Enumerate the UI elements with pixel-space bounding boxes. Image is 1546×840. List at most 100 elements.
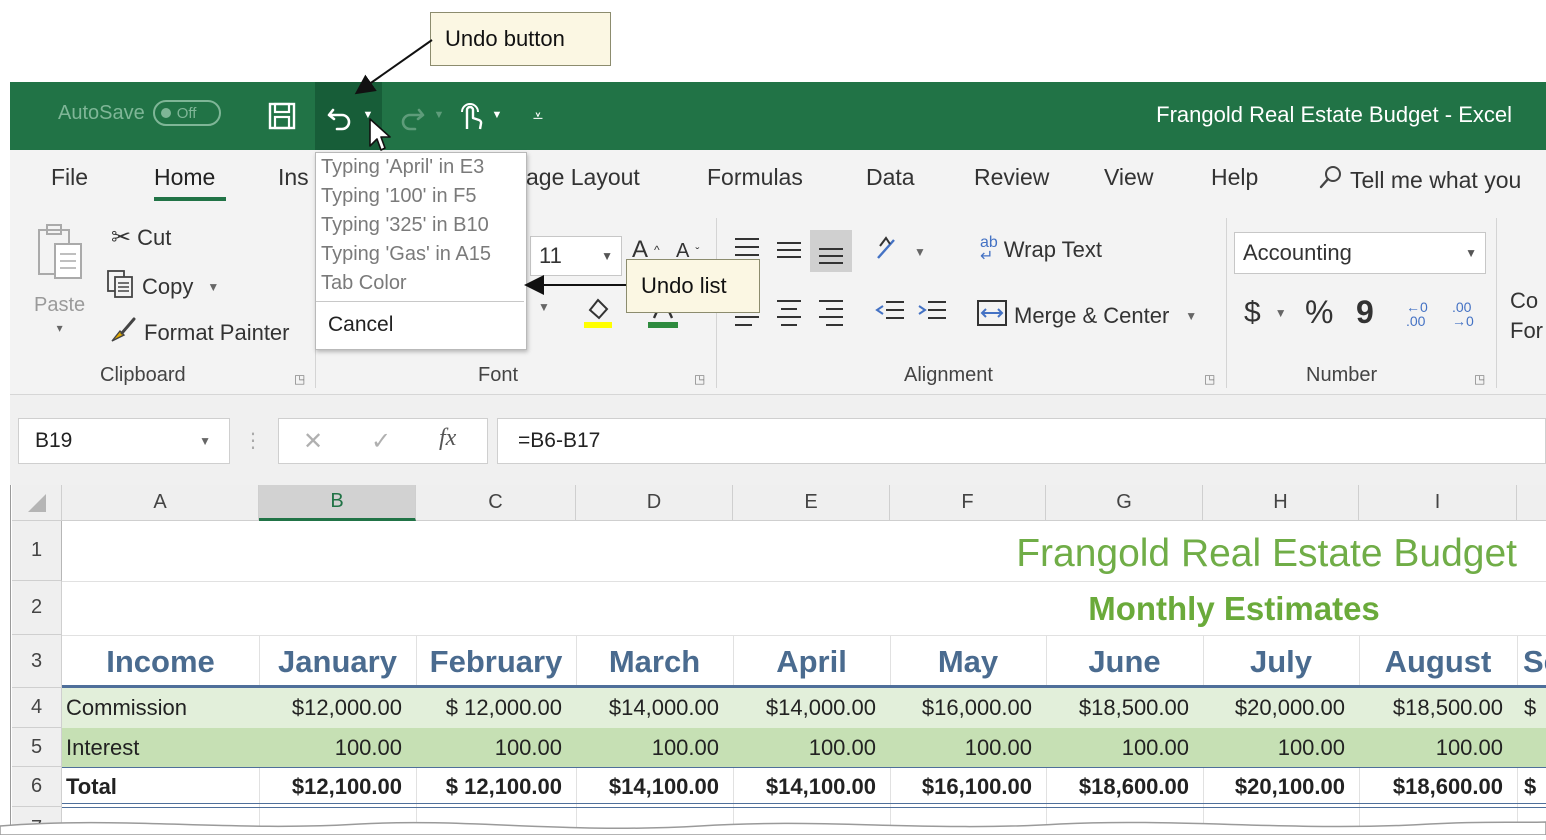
tab-formulas[interactable]: Formulas — [707, 164, 803, 191]
commission-cell[interactable]: $18,500.00 — [1359, 688, 1517, 728]
comma-style-button[interactable]: 9 — [1356, 294, 1374, 331]
interest-cell[interactable]: 100.00 — [890, 728, 1046, 767]
sheet-subtitle[interactable]: Monthly Estimates — [1024, 584, 1444, 634]
commission-cell[interactable]: $14,000.00 — [733, 688, 890, 728]
tell-me-box[interactable]: Tell me what you — [1318, 164, 1521, 196]
increase-indent-button[interactable] — [916, 296, 948, 326]
interest-cell[interactable]: 100.00 — [416, 728, 576, 767]
format-painter-button[interactable]: Format Painter — [108, 315, 290, 351]
decrease-decimal-icon[interactable]: .00 →0 — [1452, 300, 1474, 328]
month-header[interactable]: March — [576, 638, 733, 686]
bottom-align-button[interactable] — [810, 230, 852, 272]
commission-cell[interactable]: $20,000.00 — [1203, 688, 1359, 728]
accounting-dropdown-arrow[interactable]: ▼ — [1275, 306, 1287, 320]
touch-mode-icon[interactable] — [450, 96, 490, 136]
row-header-2[interactable]: 2 — [12, 581, 62, 635]
column-header-h[interactable]: H — [1203, 485, 1359, 521]
column-header-i[interactable]: I — [1359, 485, 1517, 521]
column-header-c[interactable]: C — [416, 485, 576, 521]
tab-insert[interactable]: Ins — [278, 164, 309, 191]
row-header-6[interactable]: 6 — [12, 767, 62, 807]
month-header[interactable]: April — [733, 638, 890, 686]
column-header-a[interactable]: A — [62, 485, 259, 521]
month-header[interactable]: Se — [1517, 638, 1546, 686]
column-header-j[interactable] — [1517, 485, 1546, 521]
interest-cell[interactable]: 100.00 — [1359, 728, 1517, 767]
conditional-formatting-button[interactable]: Co For — [1510, 288, 1543, 344]
total-label[interactable]: Total — [66, 768, 256, 806]
wrap-text-button[interactable]: ab ↵ Wrap Text — [980, 235, 1102, 265]
total-cell[interactable]: $14,100.00 — [733, 768, 890, 806]
undo-list-item[interactable]: Typing '100' in F5 — [321, 185, 477, 208]
undo-list-item[interactable]: Typing '325' in B10 — [321, 214, 489, 237]
column-header-d[interactable]: D — [576, 485, 733, 521]
middle-align-button[interactable] — [774, 234, 804, 264]
column-header-f[interactable]: F — [890, 485, 1046, 521]
tab-help[interactable]: Help — [1211, 164, 1258, 191]
commission-cell[interactable]: $12,000.00 — [259, 688, 416, 728]
month-header[interactable]: February — [416, 638, 576, 686]
row-header-1[interactable]: 1 — [12, 521, 62, 581]
name-box-dropdown-arrow[interactable]: ▼ — [199, 434, 211, 448]
select-all-corner[interactable] — [12, 485, 62, 521]
formula-bar-grip-icon[interactable]: ⋮ — [243, 428, 263, 453]
total-cell[interactable]: $18,600.00 — [1359, 768, 1517, 806]
copy-button[interactable]: Copy ▼ — [106, 269, 219, 305]
interest-cell[interactable]: 100.00 — [733, 728, 890, 767]
tab-file[interactable]: File — [51, 164, 88, 191]
interest-cell[interactable]: 100.00 — [1203, 728, 1359, 767]
tab-page-layout[interactable]: age Layout — [526, 164, 640, 191]
redo-dropdown-arrow[interactable]: ▼ — [432, 108, 446, 122]
interest-cell[interactable]: 100.00 — [1046, 728, 1203, 767]
total-cell[interactable]: $ — [1524, 768, 1546, 806]
month-header[interactable]: July — [1203, 638, 1359, 686]
number-format-select[interactable]: Accounting ▼ — [1234, 232, 1486, 274]
total-cell[interactable]: $20,100.00 — [1203, 768, 1359, 806]
font-size-select[interactable]: 11 ▼ — [530, 236, 622, 276]
month-header[interactable]: August — [1359, 638, 1517, 686]
month-header[interactable]: June — [1046, 638, 1203, 686]
undo-list-item[interactable]: Typing 'Gas' in A15 — [321, 243, 491, 266]
total-cell[interactable]: $14,100.00 — [576, 768, 733, 806]
tab-home[interactable]: Home — [154, 164, 215, 191]
total-cell[interactable]: $16,100.00 — [890, 768, 1046, 806]
clipboard-launcher-icon[interactable]: ◳ — [294, 372, 305, 386]
font-launcher-icon[interactable]: ◳ — [694, 372, 705, 386]
enter-entry-icon[interactable]: ✓ — [371, 427, 391, 456]
row-header-4[interactable]: 4 — [12, 688, 62, 728]
merge-center-dropdown-arrow[interactable]: ▼ — [1185, 309, 1197, 323]
cancel-entry-icon[interactable]: ✕ — [303, 427, 323, 456]
save-icon[interactable] — [262, 98, 302, 134]
income-header[interactable]: Income — [62, 638, 259, 686]
customize-qat-icon[interactable]: ⩡ — [526, 102, 550, 130]
row-header-3[interactable]: 3 — [12, 635, 62, 688]
interest-cell[interactable]: 100.00 — [259, 728, 416, 767]
decrease-indent-button[interactable] — [874, 296, 906, 326]
autosave-switch[interactable]: Off — [152, 100, 221, 126]
autosave-toggle[interactable]: AutoSave Off — [58, 100, 221, 126]
row-header-5[interactable]: 5 — [12, 728, 62, 767]
commission-cell[interactable]: $18,500.00 — [1046, 688, 1203, 728]
tab-data[interactable]: Data — [866, 164, 915, 191]
formula-input[interactable]: =B6-B17 — [497, 418, 1546, 464]
undo-list-item[interactable]: Typing 'April' in E3 — [321, 156, 484, 179]
redo-icon[interactable] — [392, 98, 432, 134]
commission-cell[interactable]: $ 12,000.00 — [416, 688, 576, 728]
copy-dropdown-arrow[interactable]: ▼ — [207, 280, 219, 294]
total-cell[interactable]: $12,100.00 — [259, 768, 416, 806]
increase-decimal-icon[interactable]: ←0.00 — [1406, 300, 1428, 328]
align-center-button[interactable] — [774, 296, 804, 326]
cut-button[interactable]: ✂ Cut — [111, 223, 171, 252]
commission-cell[interactable]: $16,000.00 — [890, 688, 1046, 728]
interest-label[interactable]: Interest — [66, 728, 256, 767]
month-header[interactable]: May — [890, 638, 1046, 686]
accounting-format-button[interactable]: $ ▼ — [1244, 296, 1287, 330]
interest-cell[interactable]: 100.00 — [576, 728, 733, 767]
borders-dropdown-arrow[interactable]: ▼ — [538, 300, 550, 314]
tab-view[interactable]: View — [1104, 164, 1153, 191]
merge-center-button[interactable]: Merge & Center ▼ — [976, 298, 1197, 334]
paste-dropdown-arrow[interactable]: ▾ — [57, 321, 63, 335]
orientation-dropdown-arrow[interactable]: ▼ — [914, 245, 926, 259]
commission-cell[interactable]: $ — [1524, 688, 1546, 728]
column-header-g[interactable]: G — [1046, 485, 1203, 521]
